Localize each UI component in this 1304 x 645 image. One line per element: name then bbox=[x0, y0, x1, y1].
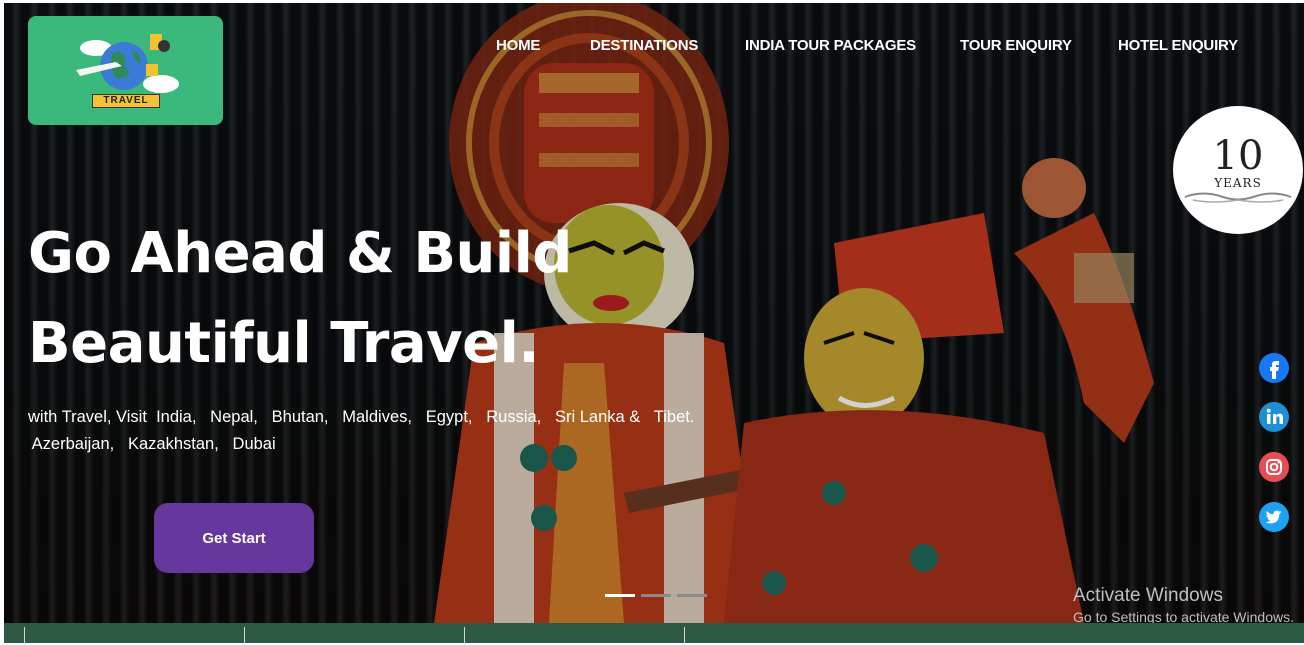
logo-text: TRAVEL bbox=[92, 94, 160, 108]
bottom-strip bbox=[4, 623, 1304, 643]
badge-number: 10 bbox=[1212, 133, 1264, 179]
hero-banner: TRAVEL 10 YEARS Go Ahead & Build Beautif… bbox=[4, 3, 1304, 623]
main-navigation: HOME DESTINATIONS INDIA TOUR PACKAGES TO… bbox=[0, 37, 1304, 57]
strip-divider bbox=[24, 627, 25, 643]
strip-divider bbox=[244, 627, 245, 643]
get-start-button[interactable]: Get Start bbox=[154, 503, 314, 573]
strip-divider bbox=[684, 627, 685, 643]
site-logo[interactable]: TRAVEL bbox=[28, 16, 223, 125]
badge-ornament-icon bbox=[1184, 192, 1292, 203]
strip-divider bbox=[464, 627, 465, 643]
slider-dot-3[interactable] bbox=[677, 594, 707, 597]
twitter-icon[interactable] bbox=[1258, 501, 1290, 533]
nav-home[interactable]: HOME bbox=[496, 37, 540, 54]
hero-headline-line2: Beautiful Travel. bbox=[28, 311, 540, 376]
linkedin-icon[interactable] bbox=[1258, 401, 1290, 433]
hero-subtext-line2: Azerbaijan, Kazakhstan, Dubai bbox=[28, 435, 276, 453]
slider-dot-2[interactable] bbox=[641, 594, 671, 597]
badge-word: YEARS bbox=[1214, 176, 1262, 190]
nav-hotel-enquiry[interactable]: HOTEL ENQUIRY bbox=[1118, 37, 1238, 54]
nav-destinations[interactable]: DESTINATIONS bbox=[590, 37, 698, 54]
facebook-icon[interactable] bbox=[1258, 352, 1290, 384]
hero-subtext-line1: with Travel, Visit India, Nepal, Bhutan,… bbox=[28, 408, 695, 426]
instagram-icon[interactable] bbox=[1258, 451, 1290, 483]
slider-dot-1[interactable] bbox=[605, 594, 635, 597]
ten-years-badge: 10 YEARS bbox=[1173, 106, 1303, 234]
hero-headline-line1: Go Ahead & Build bbox=[28, 221, 572, 286]
nav-india-tour-packages[interactable]: INDIA TOUR PACKAGES bbox=[745, 37, 916, 54]
nav-tour-enquiry[interactable]: TOUR ENQUIRY bbox=[960, 37, 1072, 54]
windows-watermark-title: Activate Windows bbox=[1073, 585, 1223, 606]
windows-watermark-subtitle: Go to Settings to activate Windows. bbox=[1073, 609, 1294, 623]
